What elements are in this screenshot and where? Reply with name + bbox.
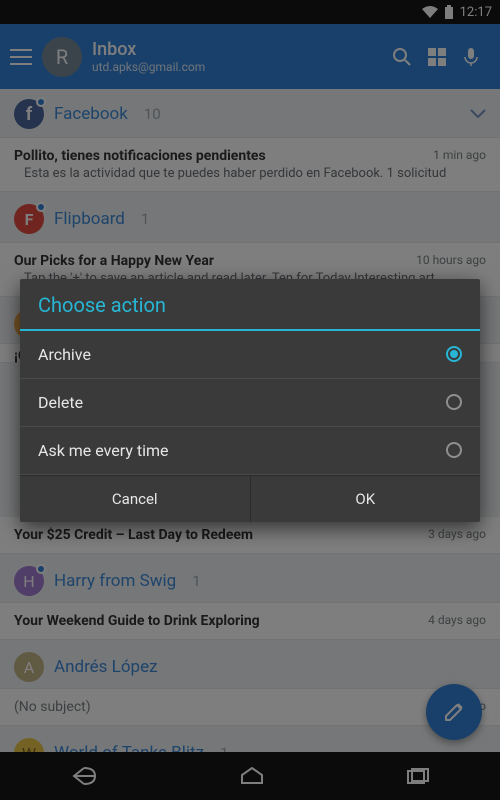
option-ask-every-time[interactable]: Ask me every time (20, 427, 480, 475)
option-label: Ask me every time (38, 441, 169, 460)
cancel-button[interactable]: Cancel (20, 476, 251, 522)
choose-action-dialog: Choose action Archive Delete Ask me ever… (20, 279, 480, 522)
radio-icon (446, 394, 462, 410)
radio-icon (446, 442, 462, 458)
modal-overlay[interactable]: Choose action Archive Delete Ask me ever… (0, 0, 500, 800)
screen: 12:17 R Inbox utd.apks@gmail.com f Fac (0, 0, 500, 800)
option-label: Archive (38, 345, 91, 364)
ok-button[interactable]: OK (251, 476, 481, 522)
option-archive[interactable]: Archive (20, 331, 480, 379)
radio-selected-icon (446, 346, 462, 362)
option-delete[interactable]: Delete (20, 379, 480, 427)
dialog-title: Choose action (20, 279, 480, 331)
option-label: Delete (38, 393, 83, 412)
